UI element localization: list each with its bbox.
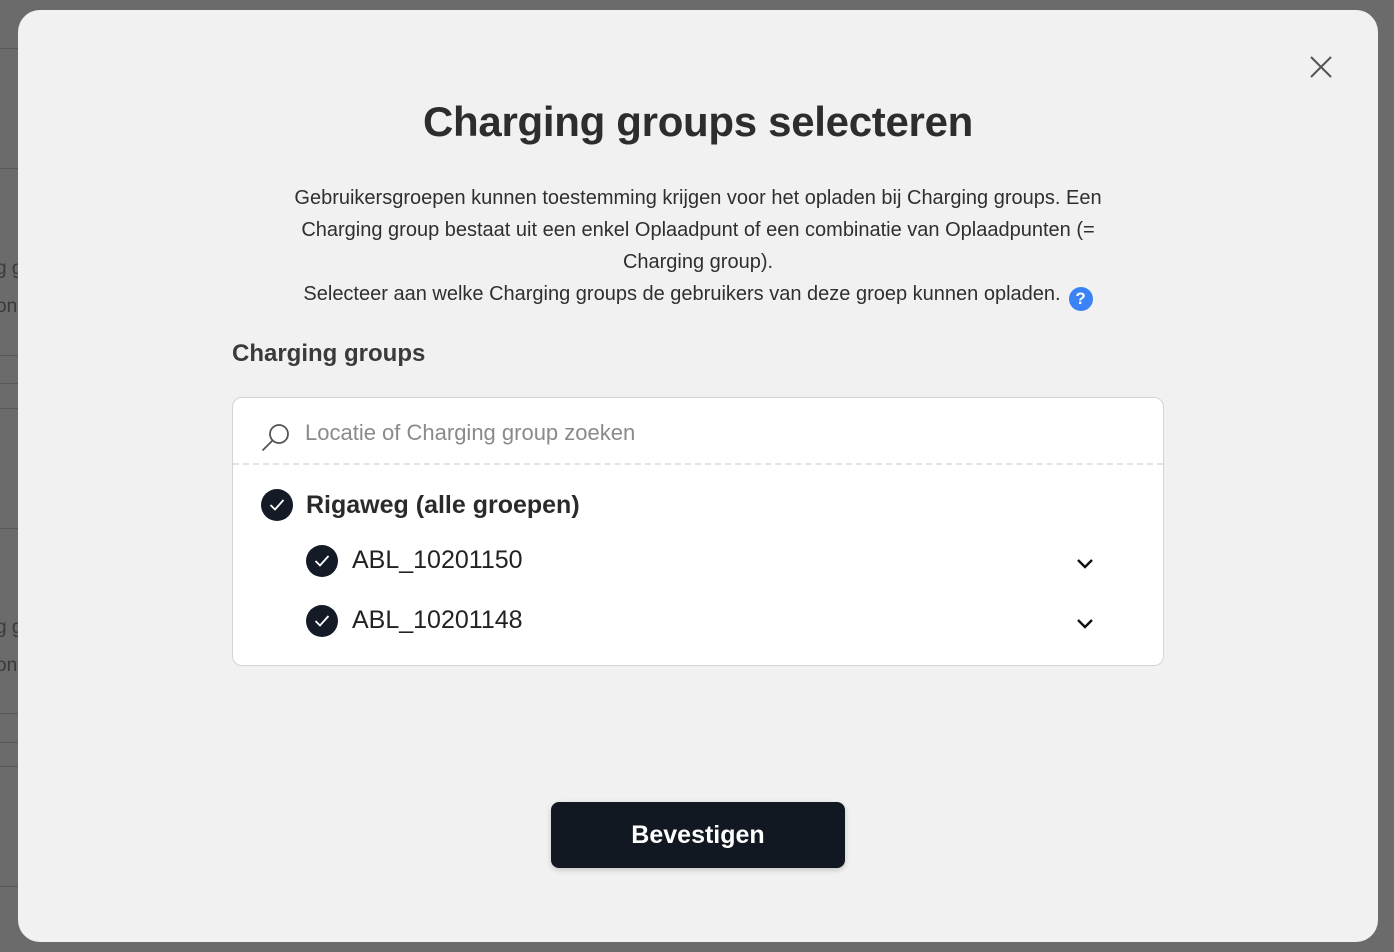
description-line: Selecteer aan welke Charging groups de g… [258, 278, 1138, 311]
bg-divider [0, 766, 18, 767]
group-checkbox[interactable] [306, 605, 338, 637]
section-label: Charging groups [232, 340, 426, 367]
chevron-down-icon[interactable] [1075, 556, 1095, 570]
bg-divider [0, 528, 18, 529]
bg-divider [0, 48, 18, 49]
bg-text-fragment: on [0, 296, 18, 317]
checkmark-icon [314, 615, 330, 627]
bg-divider [0, 383, 18, 384]
close-button[interactable] [1308, 54, 1334, 80]
bg-divider [0, 168, 18, 169]
description-line: Charging group). [622, 251, 774, 273]
description-line: Gebruikersgroepen kunnen toestemming kri… [294, 187, 1102, 209]
location-label: Rigaweg (alle groepen) [306, 491, 580, 519]
group-label: ABL_10201148 [352, 606, 523, 634]
select-charging-groups-modal: Charging groups selecteren Gebruikersgro… [18, 10, 1378, 942]
modal-title: Charging groups selecteren [423, 98, 973, 145]
description-line: Charging group bestaat uit een enkel Opl… [301, 219, 1095, 241]
close-icon [1310, 56, 1332, 78]
bg-divider [0, 355, 18, 356]
chevron-down-icon[interactable] [1075, 616, 1095, 630]
modal-description: Gebruikersgroepen kunnen toestemming kri… [258, 182, 1138, 311]
checkmark-icon [269, 499, 285, 511]
bg-divider [0, 713, 18, 714]
search-bar [233, 398, 1163, 465]
checkmark-icon [314, 555, 330, 567]
search-input[interactable] [303, 412, 1127, 454]
description-line-text: Selecteer aan welke Charging groups de g… [303, 283, 1061, 305]
group-checkbox[interactable] [306, 545, 338, 577]
bg-divider [0, 886, 18, 887]
bg-text-fragment: on [0, 655, 18, 676]
confirm-button[interactable]: Bevestigen [551, 802, 845, 868]
bg-divider [0, 408, 18, 409]
charging-groups-list: Rigaweg (alle groepen) ABL_10201150 ABL_… [232, 397, 1164, 666]
bg-divider [0, 742, 18, 743]
help-icon[interactable]: ? [1068, 287, 1093, 311]
location-checkbox[interactable] [261, 489, 293, 521]
group-label: ABL_10201150 [352, 546, 523, 574]
search-icon [262, 424, 289, 451]
